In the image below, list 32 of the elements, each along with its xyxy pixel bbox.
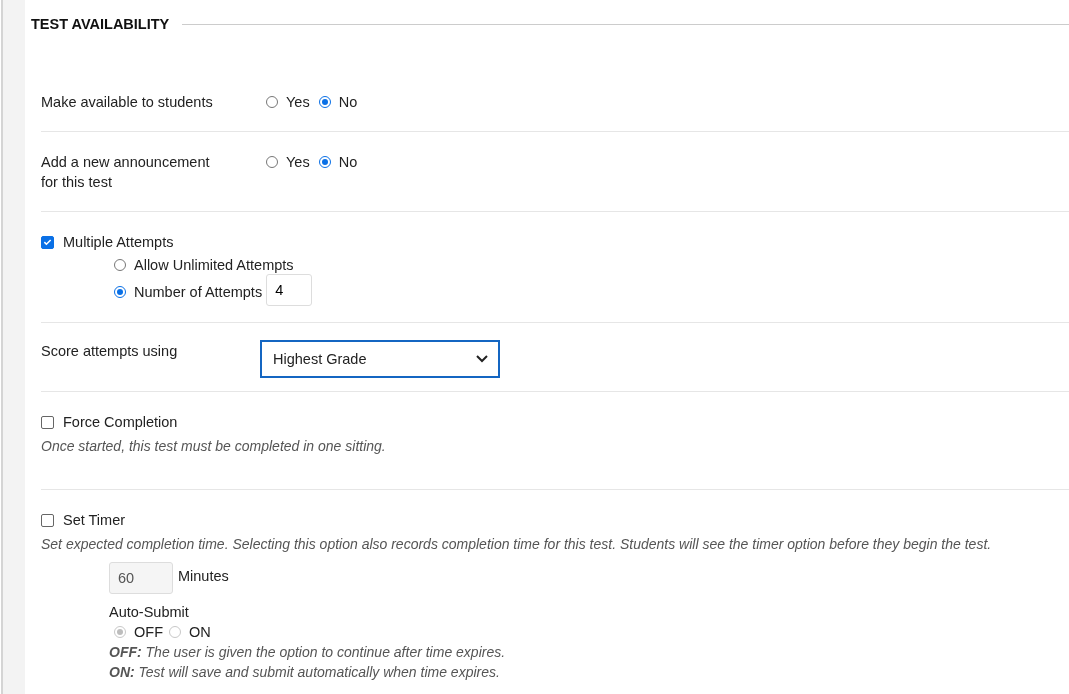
radio-button[interactable]: [318, 156, 331, 168]
checkbox-label: Multiple Attempts: [63, 233, 174, 252]
option-label: Yes: [286, 93, 310, 112]
help-text: OFF: The user is given the option to continue after time expires.: [109, 643, 507, 662]
grade-dropdown[interactable]: Highest Grade: [260, 340, 500, 378]
field-label: Auto-Submit: [109, 603, 190, 622]
field-label: Score attempts using: [41, 342, 179, 361]
option-label: OFF: [134, 623, 163, 642]
radio-button[interactable]: [114, 286, 126, 298]
checkbox-label: Force Completion: [63, 413, 178, 432]
unit-label: Minutes: [178, 567, 229, 586]
option-label: No: [338, 93, 358, 112]
checkbox[interactable]: [41, 235, 54, 249]
chevron-down-icon: [476, 355, 488, 363]
checkbox-label: Set Timer: [63, 511, 126, 530]
help-text: ON: Test will save and submit automatically when time expires.: [109, 663, 501, 682]
radio-button[interactable]: [266, 96, 278, 108]
option-label: Yes: [286, 153, 310, 172]
checkbox[interactable]: [41, 513, 54, 527]
option-label: No: [338, 153, 358, 172]
option-label: Allow Unlimited Attempts: [134, 256, 294, 275]
option-label: Number of Attempts: [134, 283, 263, 302]
radio-button[interactable]: [318, 96, 331, 108]
help-text: Set expected completion time. Selecting this option also records completion time for this test. Students will see the timer option before they begin the test.: [41, 535, 993, 554]
checkbox[interactable]: [41, 415, 54, 429]
radio-button[interactable]: [266, 156, 278, 168]
help-text: Once started, this test must be completed in one sitting.: [41, 437, 387, 456]
option-label: ON: [189, 623, 211, 642]
field-label: Add a new announcement for this test: [41, 153, 211, 192]
attempts-input[interactable]: 4: [266, 274, 313, 306]
radio-button[interactable]: [114, 259, 126, 271]
field-label: Make available to students: [41, 93, 214, 112]
